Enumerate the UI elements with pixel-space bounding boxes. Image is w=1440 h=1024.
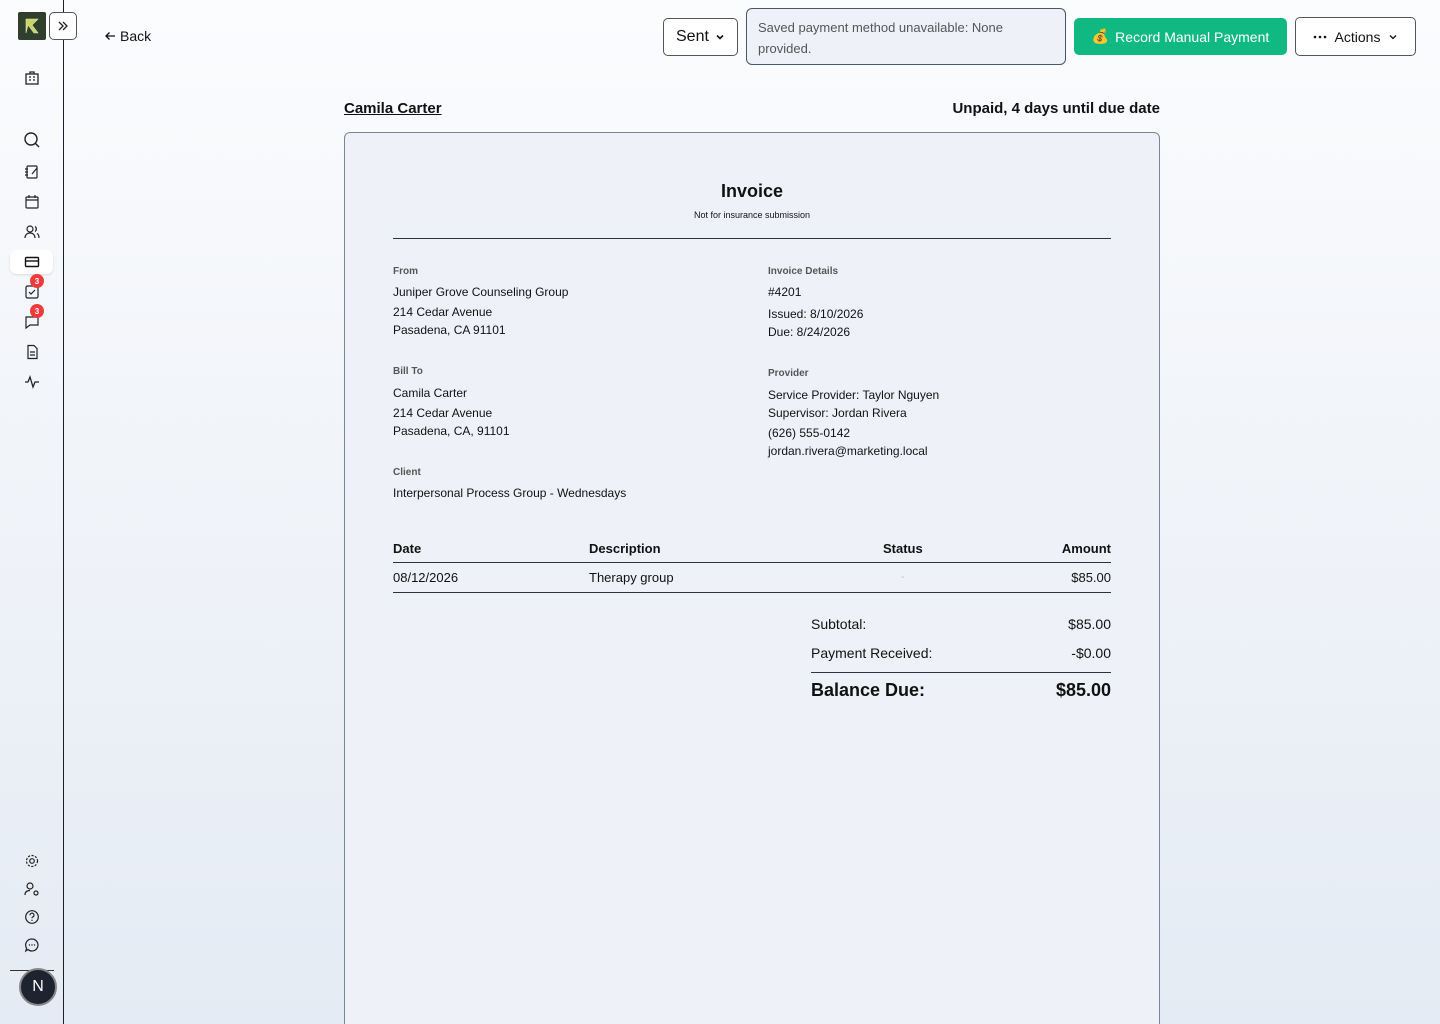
table-bottom-divider bbox=[393, 592, 1111, 593]
sidebar-item-practice[interactable] bbox=[18, 66, 46, 90]
invoice-subtitle: Not for insurance submission bbox=[693, 210, 811, 220]
back-label: Back bbox=[120, 28, 152, 44]
row-status: - bbox=[901, 572, 905, 583]
chevron-down-icon bbox=[716, 34, 724, 40]
provider-label: Provider bbox=[768, 368, 809, 379]
money-bag-icon: 💰 bbox=[1091, 28, 1110, 44]
expand-sidebar-button[interactable] bbox=[49, 12, 77, 40]
summary-divider bbox=[811, 672, 1111, 673]
sidebar: 3 3 N bbox=[0, 0, 77, 1024]
client-label: Client bbox=[393, 467, 421, 478]
header-divider bbox=[393, 238, 1111, 239]
bill-to-name: Camila Carter bbox=[393, 386, 468, 400]
table-header-divider bbox=[393, 562, 1111, 563]
back-button[interactable]: Back bbox=[104, 28, 151, 44]
payment-received-value: -$0.00 bbox=[1071, 645, 1111, 661]
chevron-down-icon bbox=[1389, 34, 1397, 39]
users-icon bbox=[24, 225, 40, 239]
chevrons-right-icon bbox=[58, 21, 68, 31]
messages-badge: 3 bbox=[30, 304, 44, 318]
sidebar-item-clients[interactable] bbox=[18, 220, 46, 244]
sidebar-item-billing[interactable] bbox=[10, 250, 53, 274]
record-payment-label: Record Manual Payment bbox=[1115, 28, 1270, 45]
from-name: Juniper Grove Counseling Group bbox=[393, 285, 569, 299]
provider-email: jordan.rivera@marketing.local bbox=[768, 444, 928, 458]
sidebar-item-settings[interactable] bbox=[18, 849, 46, 873]
file-text-icon bbox=[27, 344, 38, 360]
sidebar-item-activity[interactable] bbox=[18, 370, 46, 394]
from-label: From bbox=[393, 266, 418, 277]
sidebar-item-tasks[interactable]: 3 bbox=[18, 274, 46, 304]
supervisor: Supervisor: Jordan Rivera bbox=[768, 406, 907, 420]
invoice-status-select[interactable]: Sent bbox=[663, 18, 738, 56]
tasks-badge: 3 bbox=[30, 274, 44, 288]
gear-icon bbox=[25, 854, 39, 868]
help-circle-icon bbox=[25, 910, 39, 924]
status-select-value: Sent bbox=[676, 28, 709, 45]
sidebar-item-feedback[interactable] bbox=[18, 933, 46, 957]
invoice-title: Invoice bbox=[720, 181, 784, 201]
actions-label: Actions bbox=[1334, 28, 1381, 45]
invoice-card: Invoice Not for insurance submission Fro… bbox=[344, 132, 1160, 1024]
actions-dropdown-button[interactable]: Actions bbox=[1295, 17, 1416, 56]
payment-received-label: Payment Received: bbox=[811, 645, 933, 661]
user-avatar[interactable]: N bbox=[19, 968, 57, 1006]
bill-to-label: Bill To bbox=[393, 366, 423, 377]
bill-to-address-line2: Pasadena, CA, 91101 bbox=[393, 424, 510, 438]
col-header-amount: Amount bbox=[1061, 541, 1111, 556]
row-description: Therapy group bbox=[589, 570, 674, 585]
balance-due-label: Balance Due: bbox=[811, 680, 926, 700]
bill-to-address-line1: 214 Cedar Avenue bbox=[393, 406, 493, 420]
from-address-line1: 214 Cedar Avenue bbox=[393, 305, 493, 319]
invoice-details-label: Invoice Details bbox=[768, 266, 839, 277]
search-icon bbox=[24, 132, 40, 148]
sidebar-item-user-settings[interactable] bbox=[18, 877, 46, 901]
col-header-description: Description bbox=[589, 541, 661, 556]
calendar-icon bbox=[25, 195, 39, 209]
service-provider: Service Provider: Taylor Nguyen bbox=[768, 388, 940, 402]
client-name-link[interactable]: Camila Carter bbox=[344, 100, 442, 117]
invoice-due-date: Due: 8/24/2026 bbox=[768, 325, 851, 339]
col-header-date: Date bbox=[393, 541, 422, 556]
sidebar-item-help[interactable] bbox=[18, 905, 46, 929]
more-horizontal-icon bbox=[1313, 35, 1326, 38]
invoice-number: #4201 bbox=[768, 285, 802, 299]
sidebar-item-calendar[interactable] bbox=[18, 190, 46, 214]
sidebar-item-search[interactable] bbox=[18, 128, 46, 152]
building-icon bbox=[25, 71, 39, 85]
invoice-due-status: Unpaid, 4 days until due date bbox=[952, 100, 1160, 117]
sidebar-item-messages[interactable]: 3 bbox=[18, 304, 46, 334]
sidebar-item-notes[interactable] bbox=[18, 160, 46, 184]
from-address-line2: Pasadena, CA 91101 bbox=[393, 323, 506, 337]
payment-method-notice: Saved payment method unavailable: None p… bbox=[746, 8, 1066, 65]
invoice-issued-date: Issued: 8/10/2026 bbox=[768, 307, 864, 321]
client-group: Interpersonal Process Group - Wednesdays bbox=[393, 486, 627, 500]
user-cog-icon bbox=[24, 882, 39, 896]
record-manual-payment-button[interactable]: 💰 Record Manual Payment bbox=[1074, 18, 1287, 55]
notebook-pen-icon bbox=[25, 165, 38, 179]
balance-due-value: $85.00 bbox=[1055, 680, 1111, 700]
sidebar-item-documents[interactable] bbox=[18, 340, 46, 364]
subtotal-value: $85.00 bbox=[1068, 616, 1111, 632]
row-date: 08/12/2026 bbox=[393, 570, 459, 585]
provider-phone: (626) 555-0142 bbox=[768, 426, 851, 440]
credit-card-icon bbox=[24, 256, 39, 268]
subtotal-label: Subtotal: bbox=[811, 616, 867, 632]
row-amount: $85.00 bbox=[1071, 570, 1111, 585]
arrow-left-icon bbox=[105, 32, 115, 40]
col-header-status: Status bbox=[883, 541, 923, 556]
activity-icon bbox=[25, 375, 39, 389]
chat-bubble-icon bbox=[24, 938, 39, 953]
app-logo[interactable] bbox=[18, 12, 46, 40]
